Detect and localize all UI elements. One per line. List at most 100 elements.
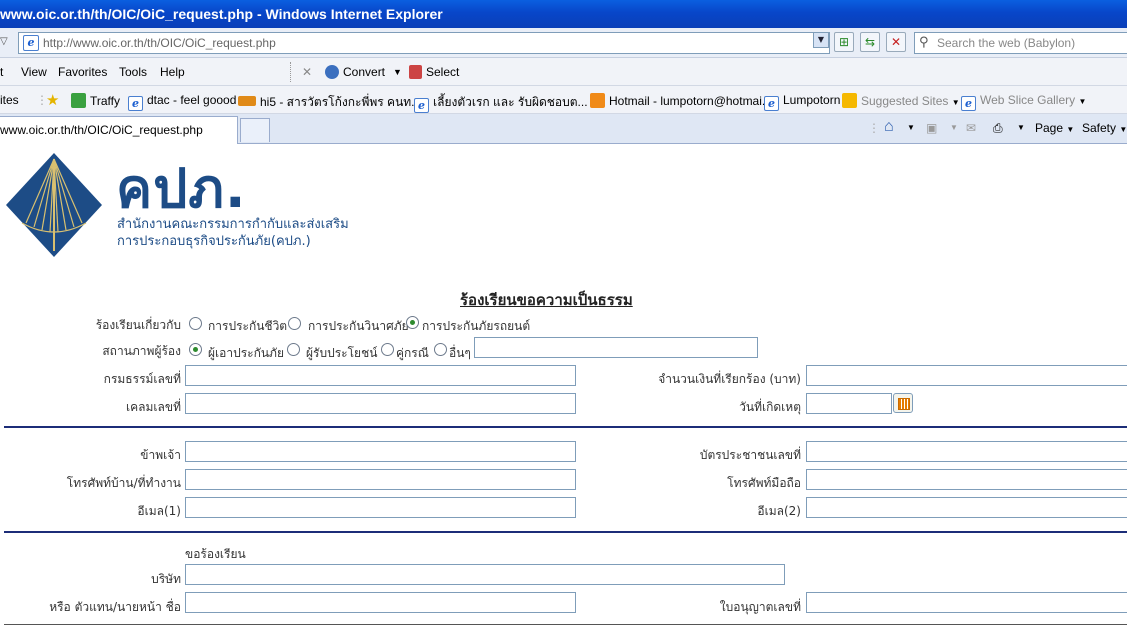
fav-lumpotorn-label: Lumpotorn [783, 93, 841, 107]
radio-motor-insurance[interactable] [406, 316, 419, 329]
fav-dtac[interactable]: e dtac - feel goood [128, 93, 236, 111]
convert-dropdown-icon[interactable]: ▼ [393, 67, 402, 77]
radio-non-life-insurance-label: การประกันวินาศภัย [308, 319, 409, 333]
toolbar-grip[interactable] [290, 62, 292, 82]
claim-amount-input[interactable] [806, 365, 1127, 386]
mobile-input[interactable] [806, 469, 1127, 490]
add-favorite-icon[interactable]: ★ [46, 91, 59, 109]
tab-oic-request[interactable]: www.oic.or.th/th/OIC/OiC_request.php [0, 116, 238, 144]
ie-icon: e [128, 96, 143, 111]
compatibility-icon[interactable]: ⊞ [834, 32, 854, 52]
fav-hi5-label: hi5 - สารวัตรโก้งกะพี่พร คนท... [260, 95, 422, 109]
radio-other[interactable] [434, 343, 447, 356]
fav-web-slice[interactable]: e Web Slice Gallery ▼ [961, 93, 1086, 111]
command-grip: ⋮ [868, 121, 880, 135]
address-dropdown-icon[interactable]: ▼ [813, 32, 829, 48]
chevron-down-icon: ▼ [1078, 97, 1087, 106]
stop-icon[interactable]: ✕ [886, 32, 906, 52]
home-dropdown-icon[interactable]: ▼ [907, 123, 915, 132]
incident-date-label: วันที่เกิดเหตุ [739, 400, 801, 414]
fav-lumpotorn[interactable]: e Lumpotorn [764, 93, 840, 111]
menu-help[interactable]: Help [160, 65, 185, 79]
fav-suggested-sites[interactable]: Suggested Sites ▼ [842, 93, 960, 108]
section-divider [4, 426, 1127, 428]
name-input[interactable] [185, 441, 576, 462]
policy-number-input[interactable] [185, 365, 576, 386]
menu-tools[interactable]: Tools [119, 65, 147, 79]
complainant-status-label: สถานภาพผู้ร้อง [102, 344, 181, 358]
address-input[interactable]: e http://www.oic.or.th/th/OIC/OiC_reques… [18, 32, 830, 54]
org-name-line2: การประกอบธุรกิจประกันภัย(คปภ.) [117, 234, 311, 249]
radio-life-insurance-label: การประกันชีวิต [208, 319, 288, 333]
convert-label: Convert [343, 65, 386, 79]
tab-oic-request-label: www.oic.or.th/th/OIC/OiC_request.php [0, 123, 203, 137]
radio-insured-label: ผู้เอาประกันภัย [208, 346, 284, 360]
radio-motor-insurance-label: การประกันภัยรถยนต์ [422, 319, 531, 333]
home-icon[interactable]: ⌂ [884, 118, 894, 136]
radio-counterparty[interactable] [381, 343, 394, 356]
mobile-label: โทรศัพท์มือถือ [727, 476, 801, 490]
agent-input[interactable] [185, 592, 576, 613]
radio-non-life-insurance[interactable] [288, 317, 301, 330]
convert-button[interactable]: Convert [325, 65, 385, 79]
ie-page-icon: e [23, 35, 39, 51]
license-input[interactable] [806, 592, 1127, 613]
claim-number-input[interactable] [185, 393, 576, 414]
id-card-input[interactable] [806, 441, 1127, 462]
ie-icon: e [414, 98, 429, 113]
favorites-bar: ites ⋮ ★ Traffy e dtac - feel goood hi5 -… [0, 86, 1127, 114]
feeds-dropdown-icon[interactable]: ▼ [950, 123, 958, 132]
company-input[interactable] [185, 564, 785, 585]
bottom-divider [4, 624, 1127, 625]
home-phone-input[interactable] [185, 469, 576, 490]
fav-hi5[interactable]: hi5 - สารวัตรโก้งกะพี่พร คนท... [238, 93, 421, 112]
email2-input[interactable] [806, 497, 1127, 518]
other-status-input[interactable] [474, 337, 758, 358]
company-label: บริษัท [151, 572, 181, 586]
claim-amount-label: จำนวนเงินที่เรียกร้อง (บาท) [658, 372, 801, 386]
fav-dtac-label: dtac - feel goood [147, 93, 237, 107]
search-icon: ⚲ [919, 35, 929, 50]
refresh-icon[interactable]: ⇆ [860, 32, 880, 52]
safety-menu-label: Safety [1082, 121, 1117, 135]
print-icon[interactable]: ⎙ [993, 121, 1003, 136]
radio-insured[interactable] [189, 343, 202, 356]
menu-view[interactable]: View [21, 65, 47, 79]
fav-hotmail-label: Hotmail - lumpotorn@hotmai... [609, 94, 772, 108]
fav-hotmail[interactable]: Hotmail - lumpotorn@hotmai... [590, 93, 772, 108]
menu-edit[interactable]: t [0, 65, 3, 79]
mail-icon[interactable]: ✉ [966, 121, 976, 135]
radio-counterparty-label: คู่กรณี [396, 346, 429, 360]
radio-beneficiary-label: ผู้รับประโยชน์ [306, 346, 378, 360]
calendar-icon[interactable] [893, 393, 913, 413]
select-button[interactable]: Select [409, 65, 459, 79]
page-menu[interactable]: Page ▼ [1035, 121, 1074, 135]
chevron-down-icon: ▼ [1066, 125, 1075, 134]
print-dropdown-icon[interactable]: ▼ [1017, 123, 1025, 132]
address-toolbar: ▽ e http://www.oic.or.th/th/OIC/OiC_requ… [0, 28, 1127, 58]
favorites-label: ites [0, 93, 19, 107]
new-tab-button[interactable] [240, 118, 270, 142]
select-icon [409, 65, 422, 79]
policy-number-label: กรมธรรม์เลขที่ [103, 372, 181, 386]
menu-favorites[interactable]: Favorites [58, 65, 107, 79]
window-titlebar: www.oic.or.th/th/OIC/OiC_request.php - W… [0, 0, 1127, 28]
chevron-down-icon: ▼ [951, 98, 960, 107]
fav-blog[interactable]: e เลี้ยงตัวเรก และ รับผิดชอบต... [414, 93, 588, 113]
feeds-icon[interactable]: ▣ [926, 121, 937, 135]
hi5-icon [238, 96, 256, 106]
incident-date-input[interactable] [806, 393, 892, 414]
fav-traffy[interactable]: Traffy [71, 93, 120, 108]
safety-menu[interactable]: Safety ▼ [1082, 121, 1127, 135]
suggested-sites-icon [842, 93, 857, 108]
search-input[interactable]: ⚲ Search the web (Babylon) [914, 32, 1127, 54]
radio-life-insurance[interactable] [189, 317, 202, 330]
address-url[interactable]: http://www.oic.or.th/th/OIC/OiC_request.… [43, 36, 276, 50]
email1-input[interactable] [185, 497, 576, 518]
section-divider [4, 531, 1127, 533]
radio-beneficiary[interactable] [287, 343, 300, 356]
oic-logo-icon [6, 153, 102, 257]
complain-heading: ขอร้องเรียน [185, 547, 246, 561]
back-dropdown-icon[interactable]: ▽ [0, 36, 8, 47]
close-toolbar-icon[interactable]: ✕ [302, 65, 312, 79]
